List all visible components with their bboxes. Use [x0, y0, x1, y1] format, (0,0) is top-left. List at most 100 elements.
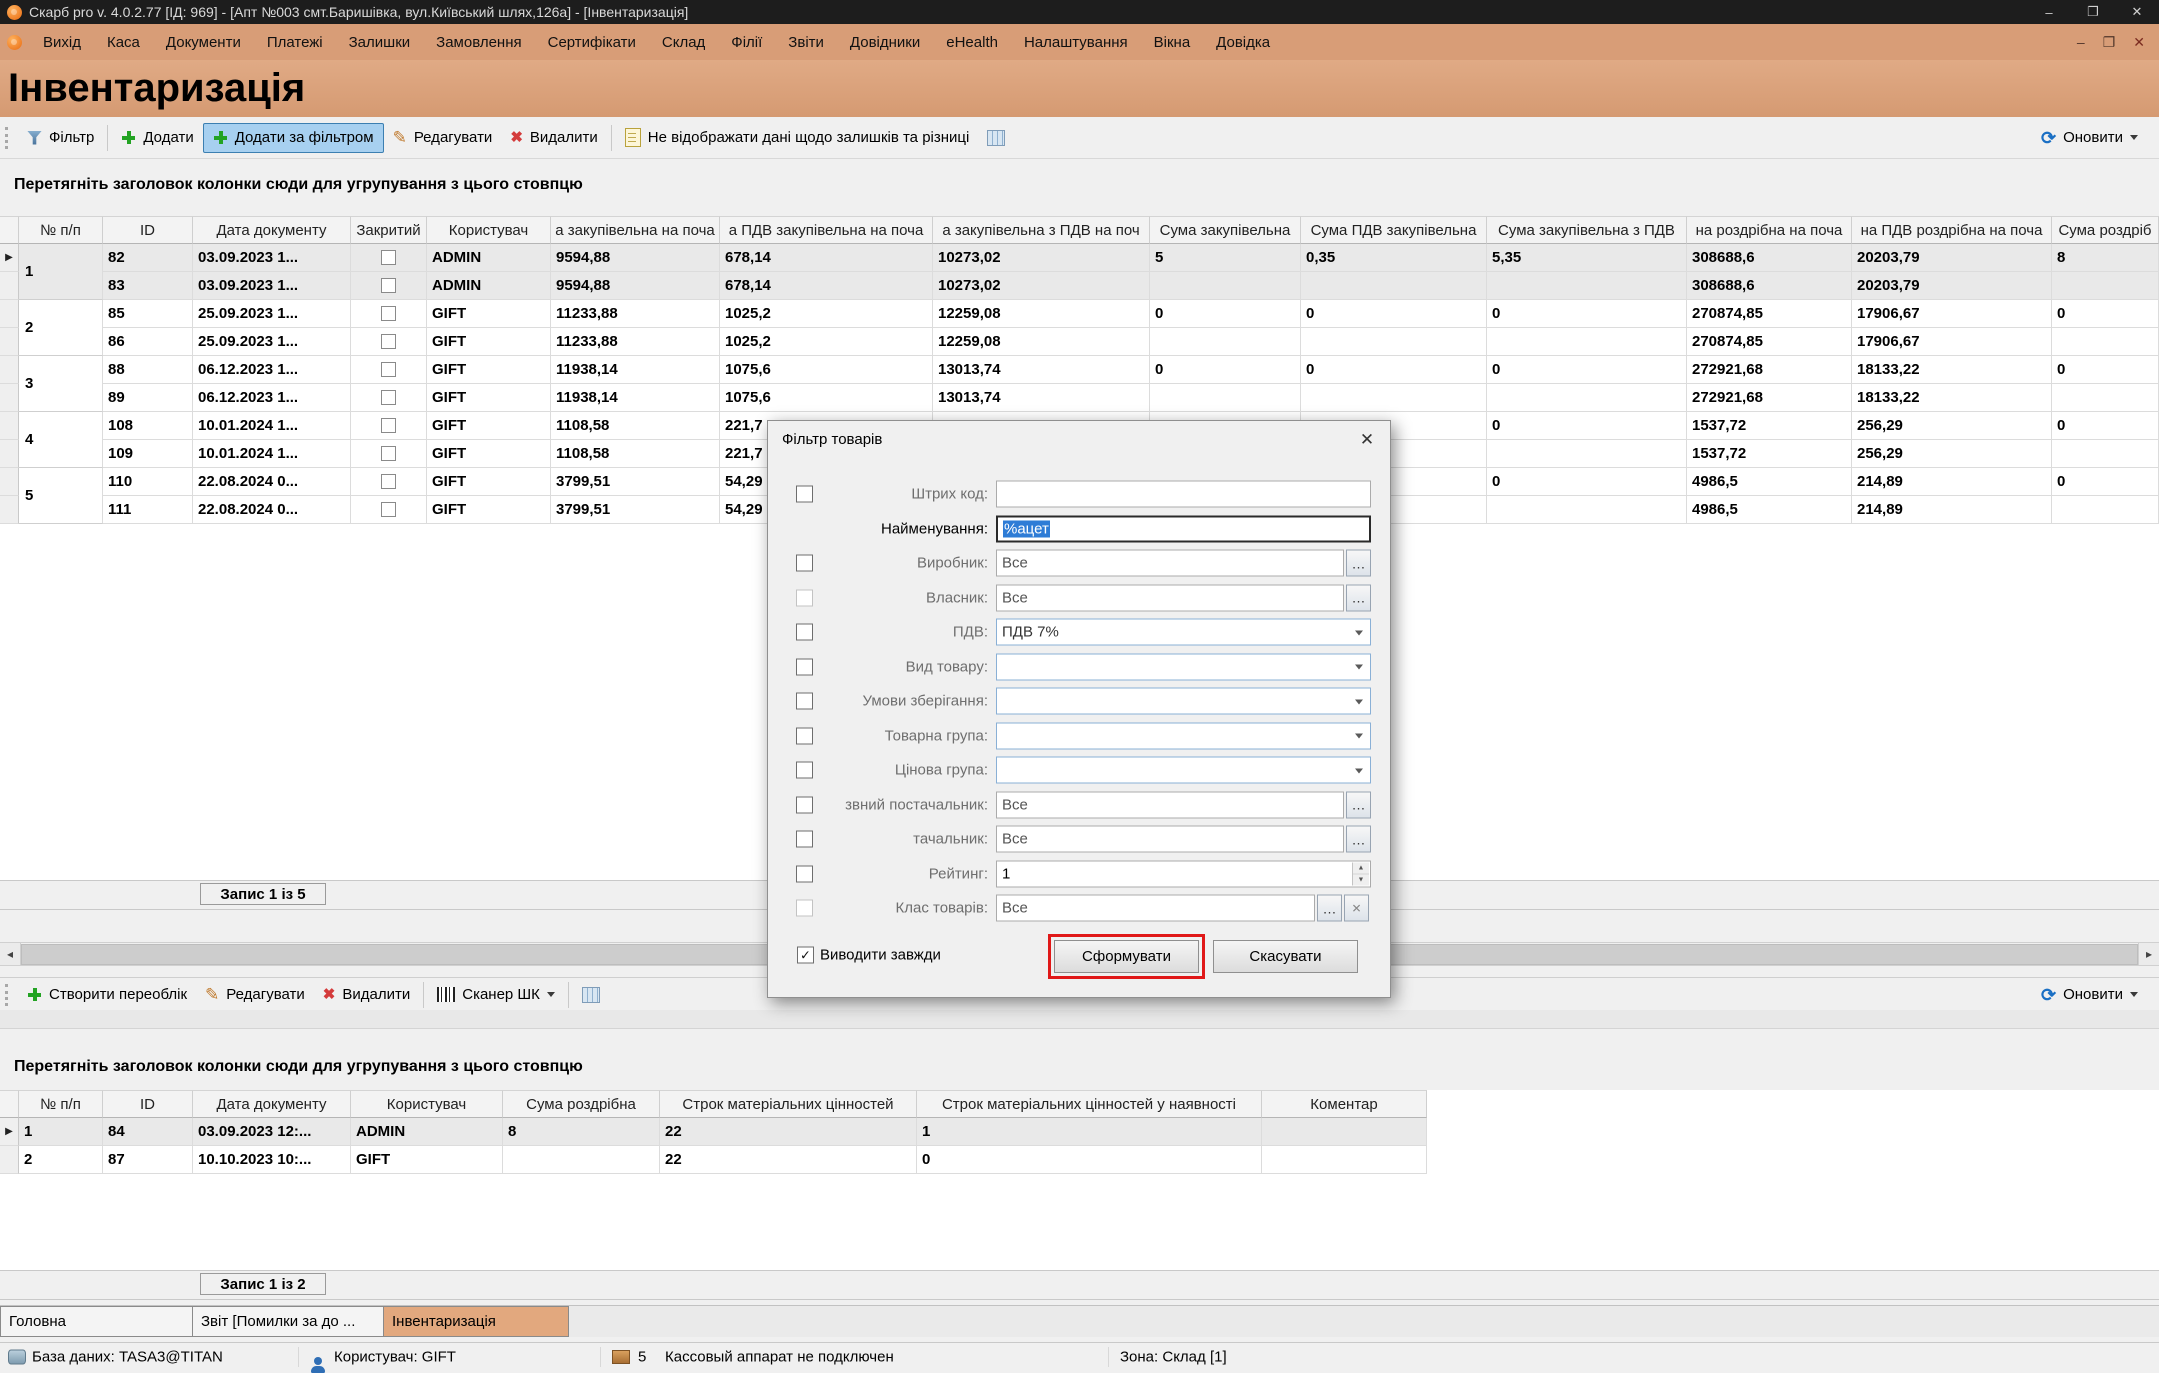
- field-checkbox[interactable]: [796, 727, 813, 744]
- closed-checkbox[interactable]: [381, 362, 396, 377]
- column-header[interactable]: Сума закупівельна з ПДВ: [1487, 216, 1687, 244]
- menu-item[interactable]: Каса: [94, 24, 153, 60]
- ellipsis-button[interactable]: …: [1346, 584, 1371, 611]
- table-row[interactable]: 8303.09.2023 1...ADMIN9594,88678,1410273…: [103, 272, 2159, 300]
- lookup-input[interactable]: Все: [996, 584, 1344, 611]
- column-header[interactable]: Сума роздрібна: [503, 1090, 660, 1118]
- maximize-button[interactable]: ❐: [2071, 0, 2115, 24]
- closed-checkbox[interactable]: [381, 446, 396, 461]
- column-header[interactable]: Сума ПДВ закупівельна: [1301, 216, 1487, 244]
- column-header[interactable]: на ПДВ роздрібна на поча: [1852, 216, 2052, 244]
- barcode-scanner-button[interactable]: Сканер ШК: [428, 980, 564, 1010]
- table-row[interactable]: 8525.09.2023 1...GIFT11233,881025,212259…: [103, 300, 2159, 328]
- mdi-close-button[interactable]: ✕: [2133, 34, 2145, 51]
- closed-checkbox[interactable]: [381, 390, 396, 405]
- table-row[interactable]: 8906.12.2023 1...GIFT11938,141075,613013…: [103, 384, 2159, 412]
- column-header[interactable]: ID: [103, 216, 193, 244]
- column-header[interactable]: № п/п: [19, 1090, 103, 1118]
- column-header[interactable]: Закритий: [351, 216, 427, 244]
- field-checkbox[interactable]: [796, 865, 813, 882]
- mdi-restore-button[interactable]: ❐: [2103, 34, 2116, 51]
- table-row[interactable]: 8625.09.2023 1...GIFT11233,881025,212259…: [103, 328, 2159, 356]
- add-by-filter-button[interactable]: Додати за фільтром: [203, 123, 384, 153]
- column-header[interactable]: ID: [103, 1090, 193, 1118]
- scroll-right-arrow[interactable]: ▸: [2138, 943, 2159, 965]
- column-header[interactable]: Користувач: [351, 1090, 503, 1118]
- create-recount-button[interactable]: Створити переоблік: [18, 980, 196, 1010]
- cancel-button[interactable]: Скасувати: [1213, 940, 1358, 973]
- minimize-button[interactable]: –: [2027, 0, 2071, 24]
- column-chooser-button[interactable]: [978, 123, 1014, 153]
- delete-button[interactable]: ✖ Видалити: [501, 123, 606, 153]
- menu-item[interactable]: Документи: [153, 24, 254, 60]
- menu-item[interactable]: Налаштування: [1011, 24, 1141, 60]
- hide-balances-button[interactable]: Не відображати дані щодо залишків та різ…: [616, 123, 979, 153]
- field-checkbox[interactable]: [796, 900, 813, 917]
- menu-item[interactable]: Звіти: [775, 24, 837, 60]
- column-header[interactable]: [0, 216, 19, 244]
- menu-item[interactable]: Довідка: [1203, 24, 1283, 60]
- menu-item[interactable]: Сертифікати: [535, 24, 649, 60]
- dropdown-input[interactable]: [996, 722, 1371, 749]
- ellipsis-button[interactable]: …: [1346, 550, 1371, 577]
- menu-item[interactable]: Вихід: [30, 24, 94, 60]
- menu-item[interactable]: Склад: [649, 24, 718, 60]
- text-input[interactable]: [996, 481, 1371, 508]
- field-checkbox[interactable]: [796, 555, 813, 572]
- dropdown-input[interactable]: [996, 757, 1371, 784]
- spin-up-icon[interactable]: ▲: [1353, 862, 1369, 874]
- menu-item[interactable]: Замовлення: [423, 24, 534, 60]
- column-header[interactable]: Сума закупівельна: [1150, 216, 1301, 244]
- column-header[interactable]: а закупівельна з ПДВ на поч: [933, 216, 1150, 244]
- closed-checkbox[interactable]: [381, 502, 396, 517]
- scroll-left-arrow[interactable]: ◂: [0, 943, 21, 965]
- ellipsis-button[interactable]: …: [1346, 791, 1371, 818]
- table-row[interactable]: ▶18403.09.2023 12:...ADMIN8221: [0, 1118, 1427, 1146]
- filter-button[interactable]: Фільтр: [18, 123, 103, 153]
- edit-button[interactable]: ✎ Редагувати: [384, 123, 502, 153]
- column-header[interactable]: Строк матеріальних цінностей: [660, 1090, 917, 1118]
- spinner-input[interactable]: 1▲▼: [996, 860, 1371, 887]
- menu-item[interactable]: Платежі: [254, 24, 336, 60]
- column-header[interactable]: а закупівельна на поча: [551, 216, 720, 244]
- spin-down-icon[interactable]: ▼: [1353, 874, 1369, 885]
- closed-checkbox[interactable]: [381, 306, 396, 321]
- column-chooser-button[interactable]: [573, 980, 609, 1010]
- table-row[interactable]: 8806.12.2023 1...GIFT11938,141075,613013…: [103, 356, 2159, 384]
- always-show-checkbox[interactable]: ✓: [797, 947, 814, 964]
- column-header[interactable]: № п/п: [19, 216, 103, 244]
- closed-checkbox[interactable]: [381, 418, 396, 433]
- column-header[interactable]: Сума роздріб: [2052, 216, 2159, 244]
- field-checkbox[interactable]: [796, 624, 813, 641]
- add-button[interactable]: Додати: [112, 123, 202, 153]
- lookup-input[interactable]: Все: [996, 791, 1344, 818]
- menu-item[interactable]: Залишки: [336, 24, 424, 60]
- field-checkbox[interactable]: [796, 658, 813, 675]
- name-filter-input[interactable]: %ацет: [996, 515, 1371, 542]
- close-button[interactable]: ✕: [2115, 0, 2159, 24]
- table-row[interactable]: 28710.10.2023 10:...GIFT220: [0, 1146, 1427, 1174]
- menu-item[interactable]: Вікна: [1141, 24, 1204, 60]
- dropdown-input[interactable]: [996, 688, 1371, 715]
- dropdown-input[interactable]: ПДВ 7%: [996, 619, 1371, 646]
- menu-item[interactable]: eHealth: [933, 24, 1011, 60]
- refresh-recount-button[interactable]: ⟳ Оновити: [2032, 980, 2147, 1010]
- bottom-tab[interactable]: Звіт [Помилки за до ...: [193, 1306, 384, 1337]
- table-row[interactable]: 8203.09.2023 1...ADMIN9594,88678,1410273…: [103, 244, 2159, 272]
- refresh-button[interactable]: ⟳ Оновити: [2032, 123, 2147, 153]
- closed-checkbox[interactable]: [381, 334, 396, 349]
- column-header[interactable]: Дата документу: [193, 1090, 351, 1118]
- mdi-minimize-button[interactable]: –: [2077, 34, 2085, 50]
- bottom-tab[interactable]: Інвентаризація: [384, 1306, 569, 1337]
- column-header[interactable]: Коментар: [1262, 1090, 1427, 1118]
- column-header[interactable]: а ПДВ закупівельна на поча: [720, 216, 933, 244]
- field-checkbox[interactable]: [796, 693, 813, 710]
- ellipsis-button[interactable]: …: [1317, 895, 1342, 922]
- column-header[interactable]: [0, 1090, 19, 1118]
- field-checkbox[interactable]: [796, 762, 813, 779]
- dropdown-input[interactable]: [996, 653, 1371, 680]
- edit-recount-button[interactable]: ✎ Редагувати: [196, 980, 314, 1010]
- closed-checkbox[interactable]: [381, 474, 396, 489]
- clear-button[interactable]: ✕: [1344, 895, 1369, 922]
- ellipsis-button[interactable]: …: [1346, 826, 1371, 853]
